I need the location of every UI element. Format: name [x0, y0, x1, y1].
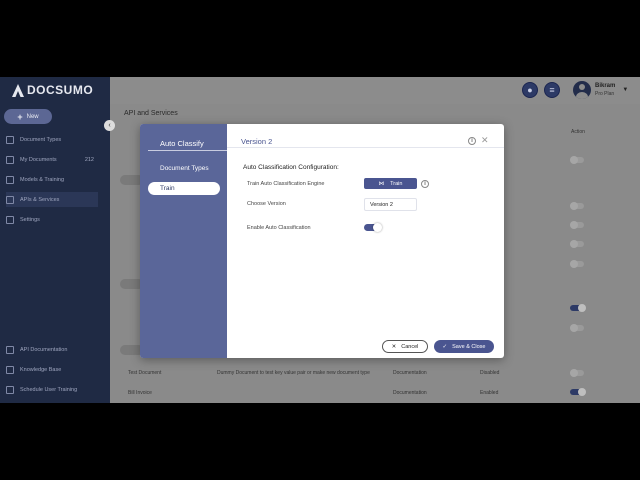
- modal-content: Version 2 i ✕ Auto Classification Config…: [227, 124, 504, 358]
- user-menu[interactable]: Bikram Pro Plan ▼: [573, 81, 628, 99]
- section-title: Auto Classification Configuration:: [243, 164, 339, 171]
- info-icon[interactable]: i: [468, 137, 476, 145]
- check-icon: ✓: [442, 343, 448, 350]
- table-row-status: Disabled: [480, 370, 500, 376]
- list-icon[interactable]: ≡: [544, 82, 560, 98]
- train-button[interactable]: ⋈ Train: [364, 178, 417, 189]
- sidebar-item-settings[interactable]: Settings: [6, 212, 98, 227]
- table-row-link[interactable]: Documentation: [393, 390, 427, 396]
- bg-toggle[interactable]: [570, 369, 584, 377]
- sidebar-item-knowledge-base[interactable]: Knowledge Base: [6, 362, 98, 377]
- train-icon: ⋈: [378, 180, 385, 187]
- info-icon[interactable]: i: [421, 180, 429, 188]
- cancel-button[interactable]: ✕ Cancel: [382, 340, 428, 353]
- bg-toggle[interactable]: [570, 388, 586, 396]
- save-close-button[interactable]: ✓ Save & Close: [434, 340, 494, 353]
- enable-classification-label: Enable Auto Classification: [247, 225, 311, 231]
- sidebar: + New Document Types My Documents 212 Mo…: [0, 104, 110, 403]
- step-train[interactable]: Train: [148, 182, 220, 195]
- user-role: Pro Plan: [595, 91, 615, 97]
- new-button[interactable]: + New: [4, 109, 52, 124]
- action-column-header: Action: [571, 129, 585, 135]
- bg-toggle[interactable]: [570, 304, 586, 312]
- sidebar-item-models-training[interactable]: Models & Training: [6, 172, 98, 187]
- bg-toggle[interactable]: [570, 202, 584, 210]
- auto-classify-modal: Auto Classify Document Types Train Versi…: [140, 124, 504, 358]
- close-icon[interactable]: ✕: [481, 136, 489, 145]
- document-count: 212: [84, 156, 94, 163]
- sidebar-item-my-documents[interactable]: My Documents 212: [6, 152, 98, 167]
- book-icon: [6, 345, 14, 354]
- logo-text: DOCSUMO: [27, 83, 94, 97]
- wrench-icon: [6, 215, 14, 224]
- bg-toggle[interactable]: [570, 221, 584, 229]
- top-bar-right: [110, 77, 640, 104]
- modal-title: Version 2: [241, 137, 273, 146]
- logo-icon: [12, 83, 24, 97]
- modal-side-title: Auto Classify: [148, 136, 227, 151]
- page-title: API and Services: [124, 110, 178, 117]
- model-icon: [6, 175, 14, 184]
- document-icon: [6, 135, 14, 144]
- logo[interactable]: DOCSUMO: [12, 82, 93, 98]
- modal-steps-panel: Auto Classify Document Types Train: [140, 124, 227, 358]
- bg-toggle[interactable]: [570, 156, 584, 164]
- sidebar-item-document-types[interactable]: Document Types: [6, 132, 98, 147]
- sidebar-item-api-documentation[interactable]: API Documentation: [6, 342, 98, 357]
- table-row-status: Enabled: [480, 390, 499, 396]
- plus-icon: +: [17, 111, 23, 122]
- bg-toggle[interactable]: [570, 324, 584, 332]
- modal-header: Version 2 i ✕: [227, 124, 504, 148]
- step-document-types[interactable]: Document Types: [148, 162, 220, 175]
- table-row-description: Dummy Document to test key value pair or…: [217, 370, 370, 376]
- api-icon: [6, 195, 14, 204]
- chevron-down-icon[interactable]: ▼: [622, 87, 628, 93]
- user-name: Bikram: [595, 83, 616, 89]
- knowledge-icon: [6, 365, 14, 374]
- sidebar-collapse-button[interactable]: ‹: [104, 120, 115, 131]
- calendar-icon: [6, 385, 14, 394]
- help-icon[interactable]: ●: [522, 82, 538, 98]
- table-row-name: Bill Invoice: [128, 390, 152, 396]
- train-engine-label: Train Auto Classification Engine: [247, 181, 325, 187]
- table-row-name: Test Document: [128, 370, 162, 376]
- choose-version-label: Choose Version: [247, 201, 286, 207]
- version-select[interactable]: Version 2: [364, 198, 417, 211]
- bg-toggle[interactable]: [570, 260, 584, 268]
- sidebar-item-schedule-training[interactable]: Schedule User Training: [6, 382, 98, 397]
- folder-icon: [6, 155, 14, 164]
- sidebar-item-apis-services[interactable]: APIs & Services: [6, 192, 98, 207]
- bg-toggle[interactable]: [570, 240, 584, 248]
- close-icon: ✕: [391, 343, 397, 350]
- avatar: [573, 81, 591, 99]
- table-row-link[interactable]: Documentation: [393, 370, 427, 376]
- enable-classification-toggle[interactable]: [364, 222, 382, 232]
